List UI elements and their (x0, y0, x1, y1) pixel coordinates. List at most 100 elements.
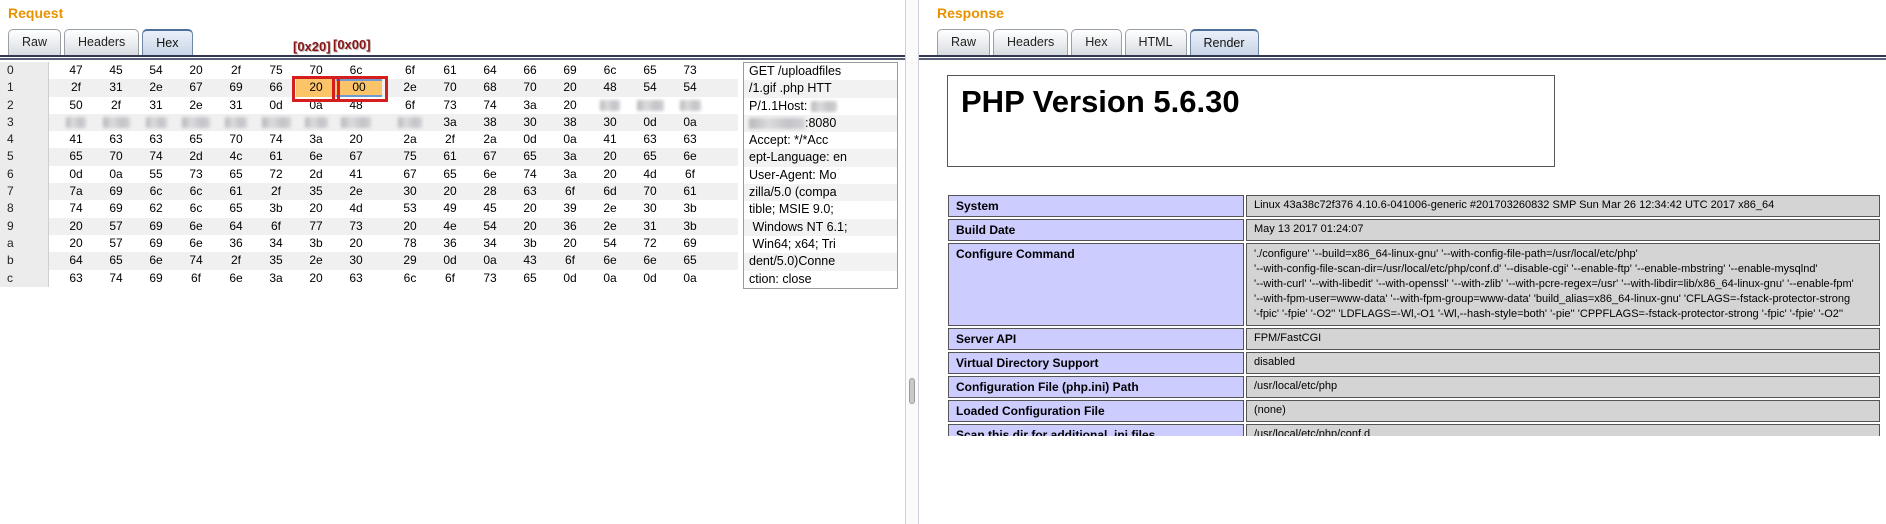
hex-byte[interactable]: 2d (176, 148, 216, 165)
hex-byte[interactable]: 6e (470, 166, 510, 183)
hex-byte[interactable]: 35 (296, 183, 336, 200)
hex-byte-redacted[interactable] (296, 114, 336, 131)
hex-byte[interactable]: 65 (630, 148, 670, 165)
hex-byte[interactable]: 50 (56, 97, 96, 114)
hex-byte[interactable]: 54 (470, 218, 510, 235)
hex-byte[interactable]: 35 (256, 252, 296, 269)
hex-byte-redacted[interactable] (590, 97, 630, 114)
hex-byte[interactable]: 3b (670, 218, 710, 235)
response-tab-render[interactable]: Render (1190, 29, 1259, 55)
hex-byte[interactable]: 61 (670, 183, 710, 200)
hex-byte[interactable]: 0d (510, 131, 550, 148)
hex-byte[interactable]: 20 (56, 235, 96, 252)
hex-byte[interactable]: 54 (590, 235, 630, 252)
hex-byte[interactable]: 6e (296, 148, 336, 165)
hex-byte[interactable]: 6c (390, 270, 430, 287)
hex-byte[interactable]: 78 (390, 235, 430, 252)
hex-byte[interactable]: 69 (136, 270, 176, 287)
hex-byte[interactable]: 4d (336, 200, 376, 217)
hex-byte[interactable]: 6e (670, 148, 710, 165)
splitter-grip-icon[interactable] (909, 378, 915, 404)
hex-byte[interactable]: 6f (176, 270, 216, 287)
hex-byte-redacted[interactable] (176, 114, 216, 131)
hex-byte[interactable]: 2e (590, 200, 630, 217)
hex-byte[interactable]: 4e (430, 218, 470, 235)
hex-byte[interactable]: 6e (630, 252, 670, 269)
hex-byte[interactable]: 41 (56, 131, 96, 148)
hex-byte[interactable]: 63 (56, 270, 96, 287)
hex-byte[interactable]: 69 (670, 235, 710, 252)
hex-byte-redacted[interactable] (390, 114, 430, 131)
hex-byte[interactable]: 3b (510, 235, 550, 252)
hex-byte[interactable]: 57 (96, 218, 136, 235)
request-tab-hex[interactable]: Hex (142, 29, 192, 55)
hex-byte[interactable]: 2e (590, 218, 630, 235)
hex-byte[interactable]: 20 (430, 183, 470, 200)
hex-byte[interactable]: 74 (56, 200, 96, 217)
hex-byte[interactable]: 2f (96, 97, 136, 114)
hex-byte[interactable]: 77 (296, 218, 336, 235)
hex-byte[interactable]: 20 (550, 97, 590, 114)
hex-byte[interactable]: 74 (510, 166, 550, 183)
hex-byte[interactable]: 20 (390, 218, 430, 235)
hex-byte[interactable]: 30 (390, 183, 430, 200)
hex-byte[interactable]: 6f (670, 166, 710, 183)
hex-byte[interactable]: 64 (470, 62, 510, 79)
hex-byte[interactable]: 36 (430, 235, 470, 252)
hex-byte[interactable]: 72 (630, 235, 670, 252)
hex-byte[interactable]: 3b (296, 235, 336, 252)
hex-byte[interactable]: 0a (470, 252, 510, 269)
hex-byte[interactable]: 65 (176, 131, 216, 148)
hex-byte[interactable]: 6f (430, 270, 470, 287)
hex-byte[interactable]: 74 (256, 131, 296, 148)
hex-byte[interactable]: 75 (390, 148, 430, 165)
hex-byte[interactable]: 3b (256, 200, 296, 217)
hex-byte[interactable]: 65 (510, 270, 550, 287)
hex-byte[interactable]: 20 (510, 218, 550, 235)
hex-byte[interactable]: 55 (136, 166, 176, 183)
hex-byte[interactable]: 66 (256, 79, 296, 96)
hex-byte[interactable]: 63 (136, 131, 176, 148)
hex-byte[interactable]: 30 (630, 200, 670, 217)
hex-byte[interactable]: 73 (670, 62, 710, 79)
hex-byte[interactable]: 0d (630, 114, 670, 131)
hex-byte[interactable]: 65 (670, 252, 710, 269)
hex-byte[interactable]: 65 (216, 166, 256, 183)
hex-byte[interactable]: 6c (136, 183, 176, 200)
hex-byte[interactable]: 2e (336, 183, 376, 200)
hex-byte[interactable]: 2e (390, 79, 430, 96)
hex-byte[interactable]: 66 (510, 62, 550, 79)
hex-byte[interactable]: 20 (56, 218, 96, 235)
hex-byte[interactable]: 31 (136, 97, 176, 114)
hex-byte-redacted[interactable] (96, 114, 136, 131)
hex-byte[interactable]: 65 (96, 252, 136, 269)
hex-byte[interactable]: 73 (336, 218, 376, 235)
hex-byte[interactable]: 74 (96, 270, 136, 287)
hex-byte[interactable]: 30 (336, 252, 376, 269)
hex-byte[interactable]: 65 (216, 200, 256, 217)
hex-byte[interactable]: 20 (590, 166, 630, 183)
hex-byte[interactable]: 0a (590, 270, 630, 287)
hex-byte[interactable]: 38 (550, 114, 590, 131)
hex-byte[interactable]: 39 (550, 200, 590, 217)
hex-byte[interactable]: 6d (590, 183, 630, 200)
hex-byte-redacted[interactable] (216, 114, 256, 131)
hex-byte[interactable]: 0d (256, 97, 296, 114)
hex-byte[interactable]: 69 (96, 183, 136, 200)
hex-byte[interactable]: 49 (430, 200, 470, 217)
hex-byte[interactable]: 36 (216, 235, 256, 252)
hex-byte[interactable]: 43 (510, 252, 550, 269)
hex-byte[interactable]: 69 (550, 62, 590, 79)
hex-byte[interactable]: 0d (550, 270, 590, 287)
hex-byte[interactable]: 3b (670, 200, 710, 217)
hex-byte[interactable]: 2d (296, 166, 336, 183)
hex-byte[interactable]: 6c (176, 200, 216, 217)
hex-byte[interactable]: 20 (336, 131, 376, 148)
hex-byte[interactable]: 61 (216, 183, 256, 200)
hex-byte[interactable]: 62 (136, 200, 176, 217)
hex-byte[interactable]: 4d (630, 166, 670, 183)
hex-byte[interactable]: 2f (56, 79, 96, 96)
hex-byte[interactable]: 36 (550, 218, 590, 235)
hex-byte[interactable]: 65 (430, 166, 470, 183)
hex-byte[interactable]: 2a (390, 131, 430, 148)
